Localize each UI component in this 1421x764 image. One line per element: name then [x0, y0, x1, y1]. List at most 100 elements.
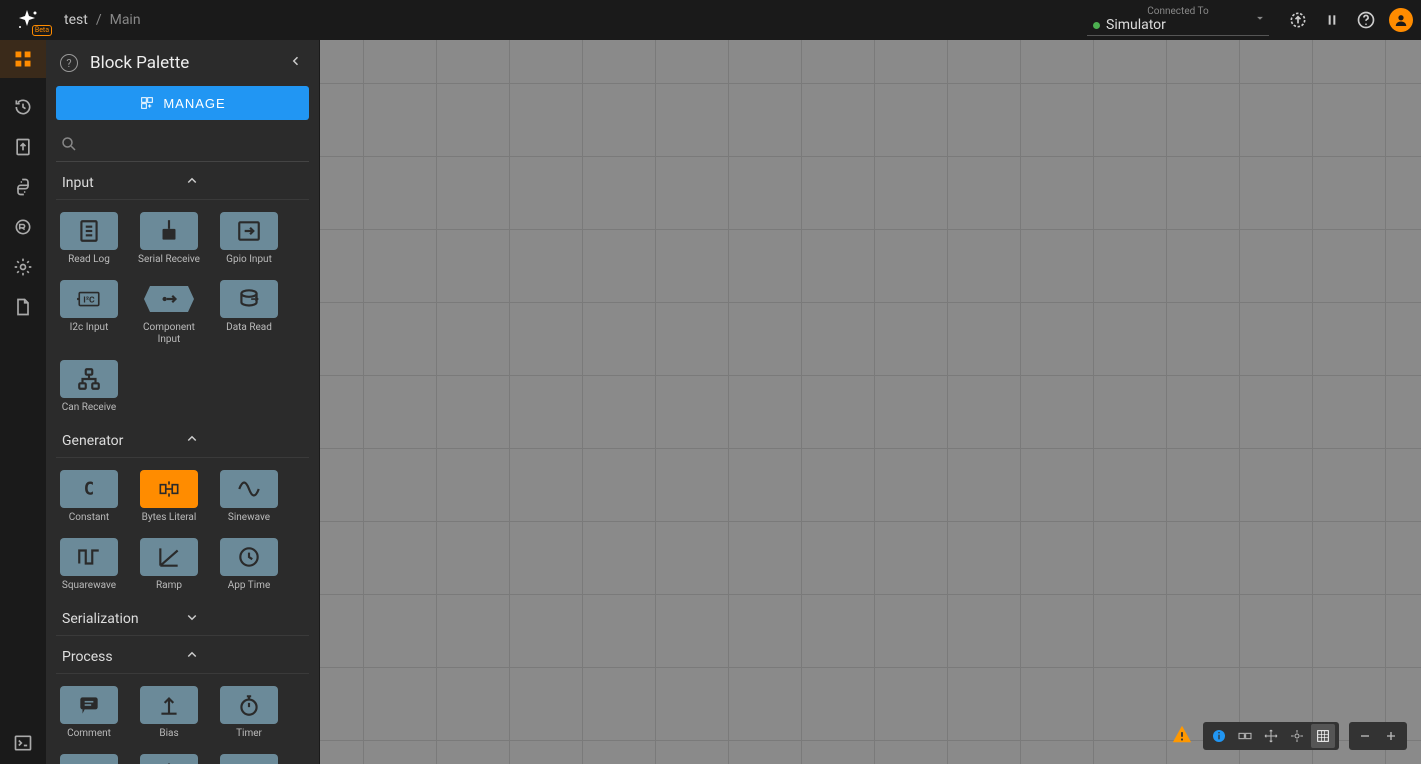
block-i2c-input[interactable]: I2c Input: [58, 280, 120, 346]
category-label: Input: [62, 175, 183, 191]
block-bytes-literal[interactable]: Bytes Literal: [138, 470, 200, 524]
category-header[interactable]: Generator: [56, 424, 309, 458]
connection-status-dot: [1093, 22, 1100, 29]
search-icon: [60, 135, 78, 153]
block-label: Can Receive: [62, 402, 116, 414]
help-button[interactable]: [1355, 9, 1377, 31]
i2c-input-icon: [60, 280, 118, 318]
constant-icon: [60, 470, 118, 508]
category-body: Comment Bias Timer Counter Min Max Lookup 1D: [56, 674, 309, 764]
category-process: Process Comment Bias Timer Counter Min Max Loo…: [56, 640, 309, 764]
block-label: App Time: [228, 580, 271, 592]
category-header[interactable]: Process: [56, 640, 309, 674]
block-app-time[interactable]: App Time: [218, 538, 280, 592]
chevron-down-icon: [183, 608, 304, 630]
info-toggle[interactable]: [1207, 724, 1231, 748]
block-min-max[interactable]: Min Max: [138, 754, 200, 764]
can-receive-icon: [60, 360, 118, 398]
main: ? Block Palette MANAGE Input Read Log Seri…: [0, 40, 1421, 764]
deploy-button[interactable]: [1287, 9, 1309, 31]
connection-selector[interactable]: Connected To Simulator: [1087, 4, 1269, 36]
category-label: Generator: [62, 433, 183, 449]
canvas-toolbar: [1171, 722, 1407, 750]
block-serial-receive[interactable]: Serial Receive: [138, 212, 200, 266]
pan-tool[interactable]: [1259, 724, 1283, 748]
pause-button[interactable]: [1321, 9, 1343, 31]
palette-body: MANAGE Input Read Log Serial Receive Gpio I…: [46, 86, 319, 764]
ramp-icon: [140, 538, 198, 576]
center-view[interactable]: [1285, 724, 1309, 748]
breadcrumb-separator: /: [96, 12, 102, 28]
beta-badge: Beta: [32, 25, 52, 36]
canvas-grid: [320, 40, 1421, 764]
block-sinewave[interactable]: Sinewave: [218, 470, 280, 524]
rail-file[interactable]: [12, 296, 34, 318]
block-lookup-1d[interactable]: Lookup 1D: [218, 754, 280, 764]
palette-help-icon[interactable]: ?: [60, 54, 78, 72]
block-label: Data Read: [226, 322, 272, 334]
rail-terminal[interactable]: [12, 732, 34, 754]
block-palette-panel: ? Block Palette MANAGE Input Read Log Seri…: [46, 40, 320, 764]
app-logo[interactable]: Beta: [8, 6, 46, 34]
user-avatar[interactable]: [1389, 8, 1413, 32]
category-generator: Generator Constant Bytes Literal Sinewave Sq…: [56, 424, 309, 598]
block-label: Component Input: [138, 322, 200, 346]
block-comment[interactable]: Comment: [58, 686, 120, 740]
connection-target: Simulator: [1106, 17, 1166, 33]
category-header[interactable]: Serialization: [56, 602, 309, 636]
group-toggle[interactable]: [1233, 724, 1257, 748]
canvas[interactable]: [320, 40, 1421, 764]
category-header[interactable]: Input: [56, 166, 309, 200]
warning-icon[interactable]: [1171, 723, 1193, 749]
collapse-palette-button[interactable]: [287, 52, 305, 74]
block-constant[interactable]: Constant: [58, 470, 120, 524]
rail-history[interactable]: [12, 96, 34, 118]
block-read-log[interactable]: Read Log: [58, 212, 120, 266]
read-log-icon: [60, 212, 118, 250]
search-input[interactable]: [84, 136, 305, 151]
bytes-literal-icon: [140, 470, 198, 508]
min-max-icon: [140, 754, 198, 764]
chevron-up-icon: [183, 172, 304, 194]
block-label: Comment: [67, 728, 111, 740]
category-body: Read Log Serial Receive Gpio Input I2c Inpu…: [56, 200, 309, 420]
block-gpio-input[interactable]: Gpio Input: [218, 212, 280, 266]
block-label: Serial Receive: [138, 254, 200, 266]
serial-receive-icon: [140, 212, 198, 250]
block-bias[interactable]: Bias: [138, 686, 200, 740]
block-data-read[interactable]: Data Read: [218, 280, 280, 346]
palette-title: Block Palette: [90, 53, 275, 73]
block-component-input[interactable]: Component Input: [138, 280, 200, 346]
manage-label: MANAGE: [163, 96, 225, 111]
category-label: Process: [62, 649, 183, 665]
block-ramp[interactable]: Ramp: [138, 538, 200, 592]
timer-icon: [220, 686, 278, 724]
zoom-in-button[interactable]: [1379, 724, 1403, 748]
chevron-up-icon: [183, 430, 304, 452]
palette-header: ? Block Palette: [46, 40, 319, 86]
block-can-receive[interactable]: Can Receive: [58, 360, 120, 414]
chevron-up-icon: [183, 646, 304, 668]
bias-icon: [140, 686, 198, 724]
rail-settings[interactable]: [12, 256, 34, 278]
block-timer[interactable]: Timer: [218, 686, 280, 740]
breadcrumb-page[interactable]: Main: [110, 12, 141, 28]
block-counter[interactable]: Counter: [58, 754, 120, 764]
block-label: Bias: [159, 728, 178, 740]
category-input: Input Read Log Serial Receive Gpio Input I2c…: [56, 166, 309, 420]
block-label: Constant: [69, 512, 109, 524]
rail-python[interactable]: [12, 176, 34, 198]
rail-rust[interactable]: [12, 216, 34, 238]
grid-snap-toggle[interactable]: [1311, 724, 1335, 748]
sinewave-icon: [220, 470, 278, 508]
block-label: Bytes Literal: [142, 512, 197, 524]
zoom-out-button[interactable]: [1353, 724, 1377, 748]
rail-blocks[interactable]: [0, 40, 46, 78]
block-squarewave[interactable]: Squarewave: [58, 538, 120, 592]
search-row: [56, 126, 309, 162]
comment-icon: [60, 686, 118, 724]
manage-button[interactable]: MANAGE: [56, 86, 309, 120]
breadcrumb-project[interactable]: test: [64, 12, 88, 28]
data-read-icon: [220, 280, 278, 318]
rail-export[interactable]: [12, 136, 34, 158]
